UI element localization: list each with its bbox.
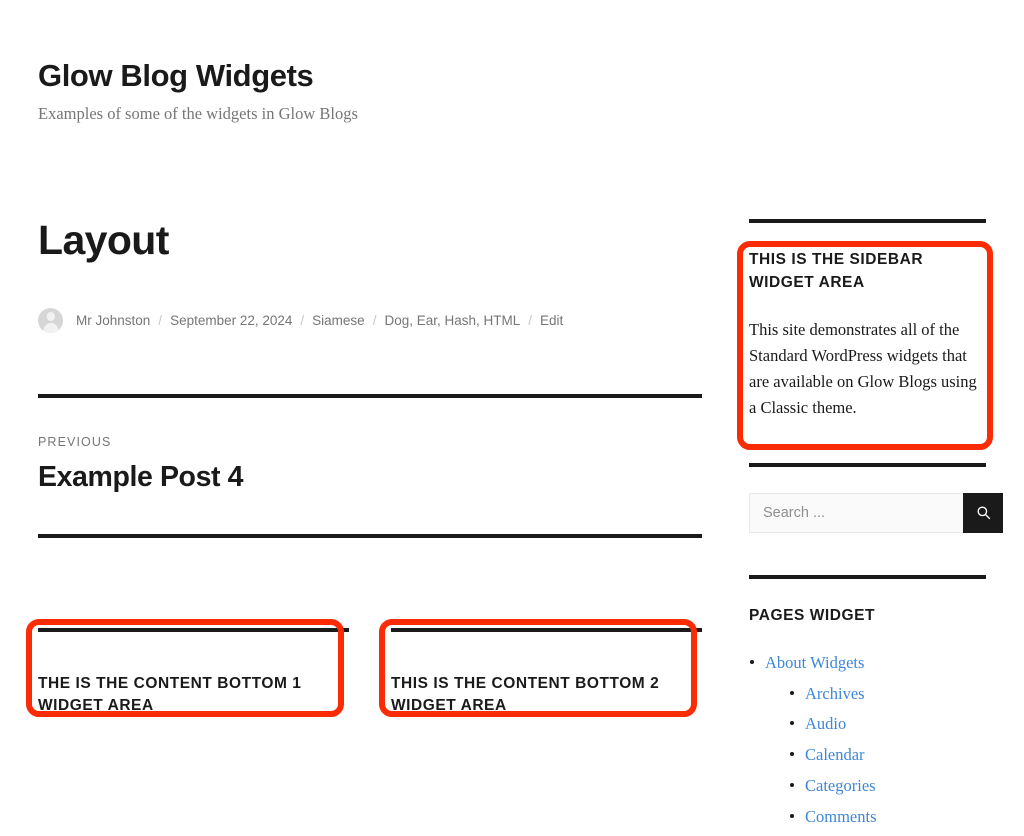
page-title: Layout xyxy=(38,217,169,263)
main-content: Layout Mr Johnston / September 22, 2024 … xyxy=(26,216,702,718)
divider xyxy=(391,628,702,633)
divider xyxy=(38,628,349,633)
content-bottom-2-title: THIS IS THE CONTENT BOTTOM 2 WIDGET AREA xyxy=(391,675,660,715)
pages-list: About Widgets Archives Audio Calendar Ca… xyxy=(749,651,986,830)
page-link-categories[interactable]: Categories xyxy=(805,776,876,795)
meta-separator: / xyxy=(158,312,163,328)
page-link-archives[interactable]: Archives xyxy=(805,684,865,703)
search-form xyxy=(749,492,1003,533)
sidebar-text-widget: THIS IS THE SIDEBAR WIDGET AREA This sit… xyxy=(737,219,993,450)
page-link-comments[interactable]: Comments xyxy=(805,807,877,826)
content-bottom-1-title: THE IS THE CONTENT BOTTOM 1 WIDGET AREA xyxy=(38,675,302,715)
entry-meta: Mr Johnston / September 22, 2024 / Siame… xyxy=(38,308,702,334)
pages-widget-title: PAGES WIDGET xyxy=(749,606,876,624)
sidebar: THIS IS THE SIDEBAR WIDGET AREA This sit… xyxy=(737,219,1003,836)
sidebar-pages-widget: PAGES WIDGET About Widgets Archives Audi… xyxy=(749,574,986,830)
search-icon xyxy=(976,505,991,520)
list-item: Calendar xyxy=(789,743,986,767)
meta-date[interactable]: September 22, 2024 xyxy=(170,311,292,331)
meta-category[interactable]: Siamese xyxy=(312,311,365,331)
meta-separator: / xyxy=(372,312,377,328)
avatar xyxy=(38,308,63,334)
meta-author[interactable]: Mr Johnston xyxy=(76,311,150,331)
list-item: Audio xyxy=(789,712,986,736)
page-root: Glow Blog Widgets Examples of some of th… xyxy=(0,0,1024,826)
list-item: Archives xyxy=(789,682,986,706)
meta-tags[interactable]: Dog, Ear, Hash, HTML xyxy=(384,311,520,331)
sidebar-search-widget xyxy=(749,462,1003,533)
list-item: Categories xyxy=(789,774,986,798)
list-item: About Widgets Archives Audio Calendar Ca… xyxy=(749,651,986,830)
meta-separator: / xyxy=(300,312,305,328)
page-link-audio[interactable]: Audio xyxy=(805,714,846,733)
content-bottom-2-widget: THIS IS THE CONTENT BOTTOM 2 WIDGET AREA xyxy=(379,619,702,718)
page-link-about-widgets[interactable]: About Widgets xyxy=(765,653,864,672)
divider xyxy=(38,534,702,539)
search-input[interactable] xyxy=(749,492,963,533)
sidebar-widget-title: THIS IS THE SIDEBAR WIDGET AREA xyxy=(749,251,924,291)
meta-edit-link[interactable]: Edit xyxy=(540,311,563,331)
post-nav-previous-label: PREVIOUS xyxy=(38,435,112,450)
content-bottom-widgets: THE IS THE CONTENT BOTTOM 1 WIDGET AREA … xyxy=(26,619,702,718)
sidebar-widget-text: This site demonstrates all of the Standa… xyxy=(749,319,977,417)
meta-separator: / xyxy=(528,312,533,328)
content-bottom-1-widget: THE IS THE CONTENT BOTTOM 1 WIDGET AREA xyxy=(26,619,349,718)
page-link-calendar[interactable]: Calendar xyxy=(805,745,865,764)
site-title[interactable]: Glow Blog Widgets xyxy=(38,58,718,94)
post-nav-previous-title[interactable]: Example Post 4 xyxy=(38,461,702,494)
site-header: Glow Blog Widgets Examples of some of th… xyxy=(38,58,718,124)
divider xyxy=(749,462,986,467)
search-button[interactable] xyxy=(963,492,1003,533)
post-nav-previous[interactable]: PREVIOUS Example Post 4 xyxy=(38,398,702,534)
post-navigation: PREVIOUS Example Post 4 xyxy=(38,394,702,539)
pages-sublist: Archives Audio Calendar Categories Comme… xyxy=(765,682,986,830)
site-description: Examples of some of the widgets in Glow … xyxy=(38,103,358,123)
